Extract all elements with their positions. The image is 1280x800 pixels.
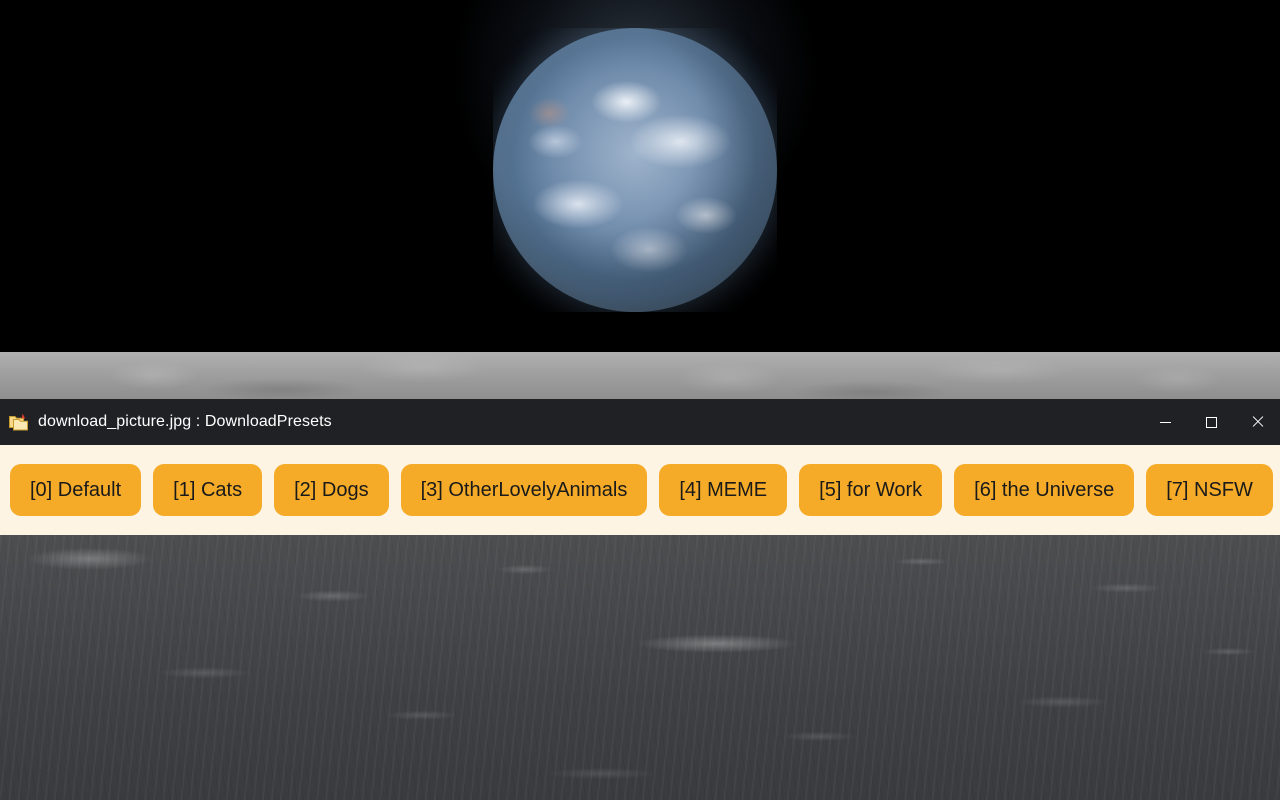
preset-button-7[interactable]: [7] NSFW [1146,464,1273,516]
earth-terminator-shadow [493,28,777,312]
preset-button-0[interactable]: [0] Default [10,464,142,516]
close-icon [1251,416,1263,428]
lunar-surface-texture [0,535,1280,800]
maximize-button[interactable] [1188,399,1234,445]
window-titlebar[interactable]: download_picture.jpg : DownloadPresets [0,399,1280,445]
lunar-horizon-band [0,346,1280,400]
space-background [0,0,1280,352]
preset-button-bar: [0] Default [1] Cats [2] Dogs [3] OtherLove… [0,445,1280,535]
download-presets-window: download_picture.jpg : DownloadPresets [… [0,399,1280,535]
lunar-horizon-texture [0,346,1280,400]
window-controls [1142,399,1280,445]
preset-button-1[interactable]: [1] Cats [153,464,263,516]
minimize-icon [1159,421,1171,423]
preset-button-2[interactable]: [2] Dogs [274,464,389,516]
maximize-icon [1205,416,1217,428]
folder-copy-icon [8,411,30,433]
earth-image [493,28,777,312]
preset-button-5[interactable]: [5] for Work [799,464,943,516]
minimize-button[interactable] [1142,399,1188,445]
preset-button-3[interactable]: [3] OtherLovelyAnimals [400,464,648,516]
screen: download_picture.jpg : DownloadPresets [… [0,0,1280,800]
lunar-surface-foreground [0,535,1280,800]
preset-button-6[interactable]: [6] the Universe [954,464,1135,516]
window-title: download_picture.jpg : DownloadPresets [38,413,332,430]
preset-button-4[interactable]: [4] MEME [659,464,788,516]
close-button[interactable] [1234,399,1280,445]
